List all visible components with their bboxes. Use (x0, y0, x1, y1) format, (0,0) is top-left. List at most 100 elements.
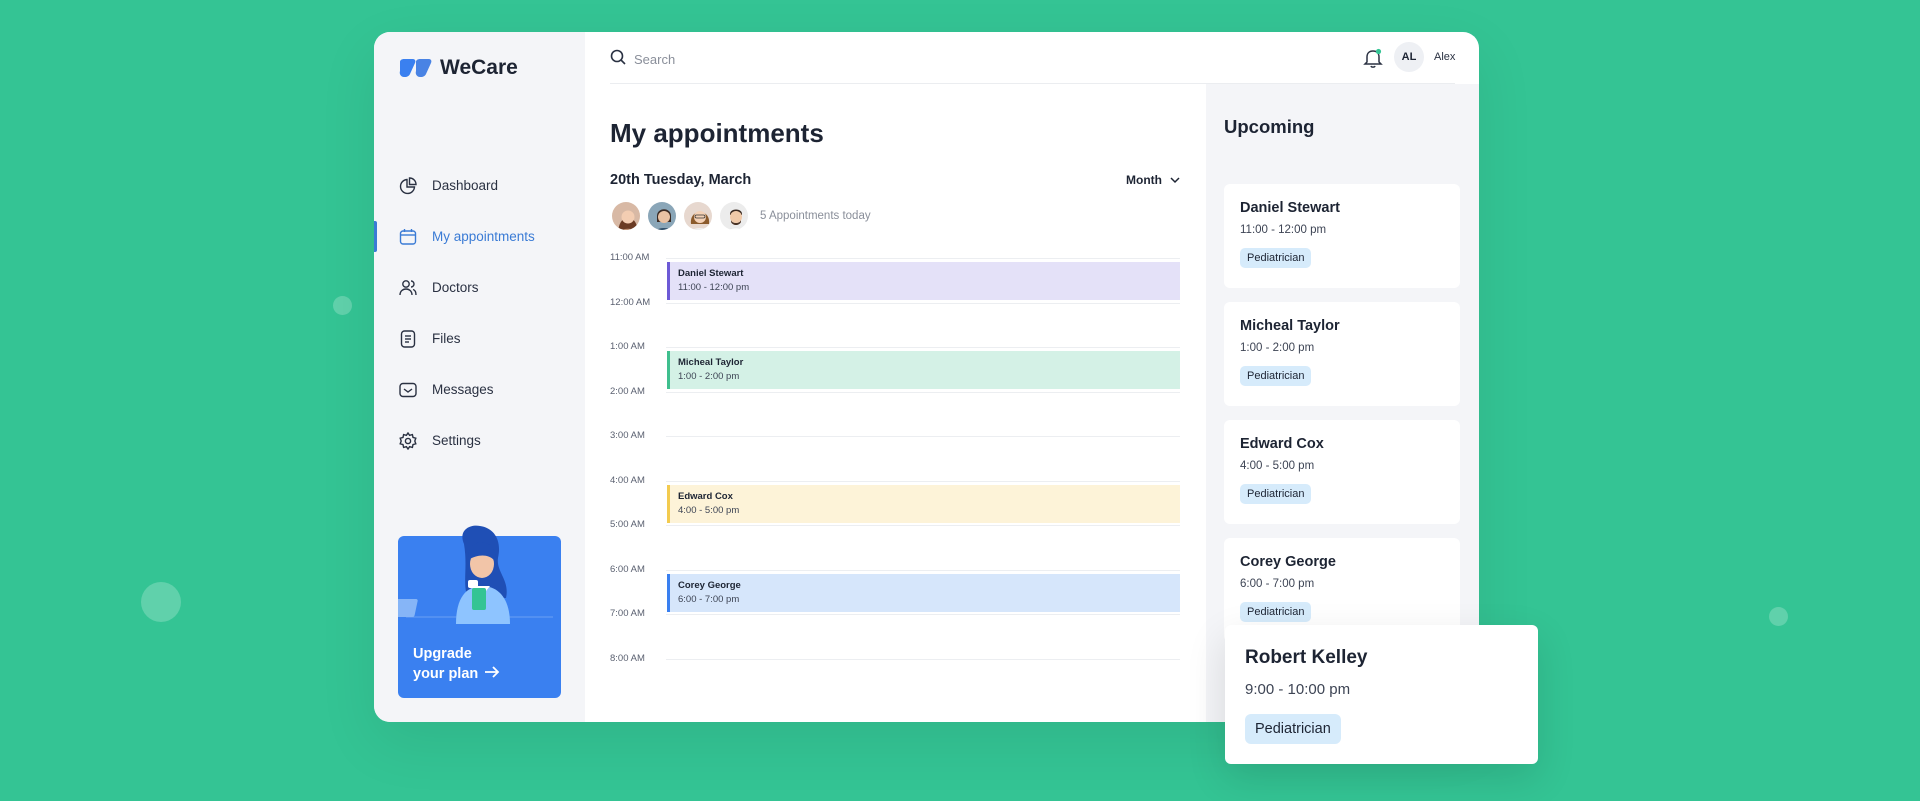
appointment-event[interactable]: Corey George 6:00 - 7:00 pm (667, 574, 1180, 612)
specialty-tag: Pediatrician (1240, 484, 1312, 504)
gear-icon (398, 431, 418, 451)
time-label: 4:00 AM (610, 475, 645, 486)
upgrade-line-1: Upgrade (413, 646, 472, 662)
time-slot: 11:00 AM (610, 252, 1180, 263)
specialty-tag: Pediatrician (1240, 366, 1312, 386)
sidebar-item-dashboard[interactable]: Dashboard (374, 160, 585, 211)
specialty-tag: Pediatrician (1240, 248, 1312, 268)
avatar[interactable] (682, 200, 714, 232)
time-label: 8:00 AM (610, 653, 645, 664)
appointment-event[interactable]: Edward Cox 4:00 - 5:00 pm (667, 485, 1180, 523)
search-icon (610, 49, 626, 70)
sidebar-item-settings[interactable]: Settings (374, 415, 585, 466)
chart-pie-icon (398, 176, 418, 196)
user-menu[interactable]: AL Alex (1394, 42, 1455, 72)
event-time: 4:00 - 5:00 pm (678, 505, 740, 516)
patient-avatars: 5 Appointments today (610, 200, 871, 232)
upcoming-card[interactable]: Edward Cox 4:00 - 5:00 pm Pediatrician (1224, 420, 1460, 524)
time-slot: 7:00 AM (610, 608, 1180, 619)
specialty-tag: Pediatrician (1240, 602, 1312, 622)
divider (666, 614, 1180, 615)
chevron-down-icon (1170, 173, 1180, 187)
card-name: Robert Kelley (1245, 647, 1368, 668)
specialty-tag: Pediatrician (1245, 714, 1341, 744)
user-name: Alex (1434, 51, 1456, 63)
users-icon (398, 278, 418, 298)
time-label: 11:00 AM (610, 252, 650, 263)
time-label: 7:00 AM (610, 608, 645, 619)
divider (666, 436, 1180, 437)
upcoming-title: Upcoming (1224, 116, 1315, 137)
doctor-illustration (398, 525, 553, 624)
upcoming-card[interactable]: Daniel Stewart 11:00 - 12:00 pm Pediatri… (1224, 184, 1460, 288)
divider (666, 303, 1180, 304)
avatar[interactable] (610, 200, 642, 232)
event-time: 6:00 - 7:00 pm (678, 594, 740, 605)
app-window: WeCare Dashboard My appointments Doctors (374, 32, 1479, 722)
time-label: 3:00 AM (610, 430, 645, 441)
divider (666, 392, 1180, 393)
sidebar-item-label: My appointments (432, 229, 535, 244)
event-time: 1:00 - 2:00 pm (678, 371, 740, 382)
card-name: Daniel Stewart (1240, 200, 1340, 216)
time-slot: 6:00 AM (610, 564, 1180, 575)
upcoming-card[interactable]: Micheal Taylor 1:00 - 2:00 pm Pediatrici… (1224, 302, 1460, 406)
card-time: 11:00 - 12:00 pm (1240, 224, 1327, 236)
time-slot: 3:00 AM (610, 430, 1180, 441)
appointment-event[interactable]: Daniel Stewart 11:00 - 12:00 pm (667, 262, 1180, 300)
sidebar-item-label: Messages (432, 382, 494, 397)
sidebar-item-label: Settings (432, 433, 481, 448)
time-slot: 1:00 AM (610, 341, 1180, 352)
card-time: 6:00 - 7:00 pm (1240, 578, 1315, 590)
time-label: 1:00 AM (610, 341, 645, 352)
time-label: 6:00 AM (610, 564, 645, 575)
avatar: AL (1394, 42, 1424, 72)
inbox-icon (398, 380, 418, 400)
appointments-main: My appointments 20th Tuesday, March Mont… (610, 84, 1180, 722)
search-bar (610, 49, 934, 70)
sidebar-item-doctors[interactable]: Doctors (374, 262, 585, 313)
sidebar-item-label: Dashboard (432, 178, 499, 193)
avatar[interactable] (718, 200, 750, 232)
card-name: Micheal Taylor (1240, 318, 1340, 334)
app-name: WeCare (440, 56, 518, 79)
time-label: 5:00 AM (610, 519, 645, 530)
sidebar-item-files[interactable]: Files (374, 313, 585, 364)
time-slot: 8:00 AM (610, 653, 1180, 664)
logo[interactable]: WeCare (398, 56, 518, 80)
arrow-right-icon (484, 664, 500, 684)
card-time: 4:00 - 5:00 pm (1240, 460, 1315, 472)
divider (666, 525, 1180, 526)
divider (666, 481, 1180, 482)
decor-circle (1769, 607, 1788, 626)
card-name: Corey George (1240, 554, 1336, 570)
top-bar: AL Alex (610, 32, 1455, 84)
sidebar-item-messages[interactable]: Messages (374, 364, 585, 415)
card-name: Edward Cox (1240, 436, 1324, 452)
current-date: 20th Tuesday, March (610, 172, 752, 188)
card-time: 9:00 - 10:00 pm (1245, 681, 1351, 698)
view-selector[interactable]: Month (1126, 173, 1180, 187)
file-icon (398, 329, 418, 349)
card-time: 1:00 - 2:00 pm (1240, 342, 1315, 354)
sidebar-item-my-appointments[interactable]: My appointments (374, 211, 585, 262)
event-name: Micheal Taylor (678, 357, 744, 368)
event-name: Daniel Stewart (678, 268, 744, 279)
avatar[interactable] (646, 200, 678, 232)
sidebar-item-label: Files (432, 331, 461, 346)
event-name: Corey George (678, 580, 741, 591)
divider (666, 347, 1180, 348)
appointment-event[interactable]: Micheal Taylor 1:00 - 2:00 pm (667, 351, 1180, 389)
bell-icon (1363, 48, 1383, 68)
decor-circle (141, 582, 181, 622)
notification-button[interactable] (1362, 47, 1384, 69)
featured-appointment-card[interactable]: Robert Kelley 9:00 - 10:00 pm Pediatrici… (1225, 625, 1538, 764)
view-selector-label: Month (1126, 173, 1162, 187)
upgrade-line-2: your plan (413, 666, 479, 682)
decor-circle (333, 296, 352, 315)
time-slot: 4:00 AM (610, 475, 1180, 486)
search-input[interactable] (634, 52, 934, 67)
time-slot: 12:00 AM (610, 297, 1180, 308)
time-slot: 5:00 AM (610, 519, 1180, 530)
upgrade-plan-card[interactable]: Upgrade your plan (398, 525, 561, 698)
